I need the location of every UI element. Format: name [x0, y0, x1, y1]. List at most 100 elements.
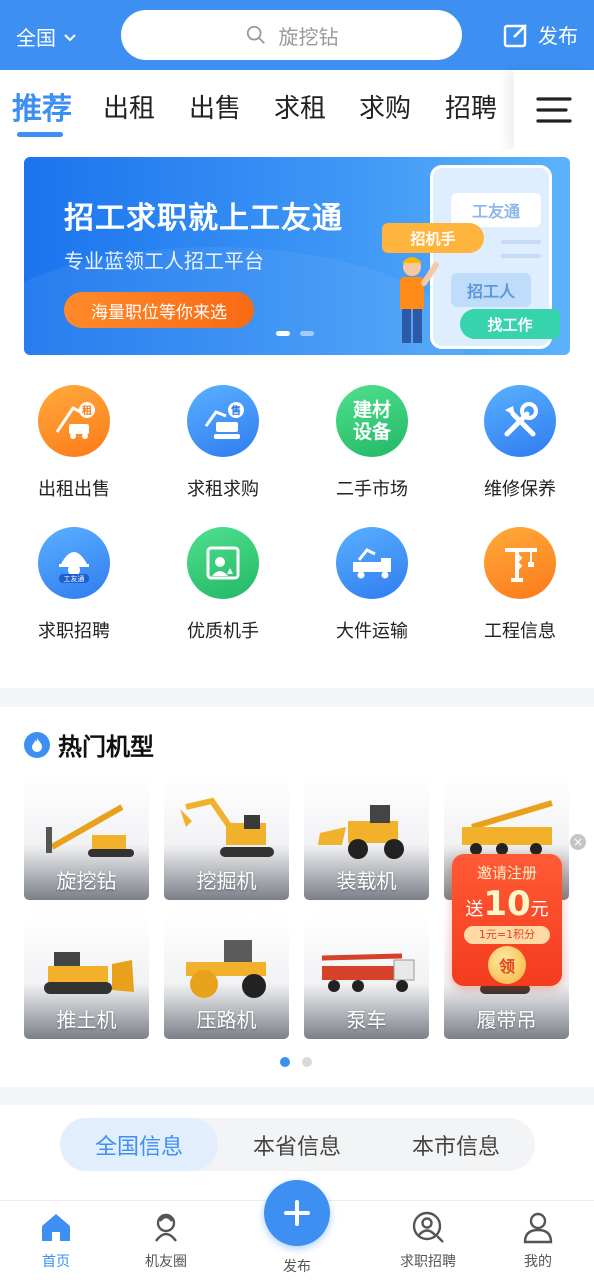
banner-subtitle: 专业蓝领工人招工平台	[64, 249, 264, 273]
banner-pagination	[276, 331, 314, 336]
main-section: 招工求职就上工友通 专业蓝领工人招工平台 海量职位等你来选 工友通 招工人 招机…	[0, 150, 594, 688]
promo-prefix: 送	[465, 899, 484, 920]
rental-badge-text: 租	[82, 404, 92, 417]
category-label: 出租出售	[38, 479, 110, 500]
job-icon: 工友通	[38, 527, 110, 599]
category-label: 优质机手	[187, 621, 259, 642]
category-want-rent[interactable]: 售 求租求购	[163, 385, 283, 501]
nav-jobs[interactable]: 求职招聘	[378, 1209, 478, 1271]
machine-name: 履带吊	[476, 1008, 537, 1032]
search-input[interactable]: 旋挖钻	[121, 10, 462, 60]
category-repair[interactable]: 维修保养	[460, 385, 580, 501]
tab-city-info[interactable]: 本市信息	[377, 1118, 535, 1171]
used-market-icon: 建材设备	[336, 385, 408, 457]
promo-banner[interactable]: 招工求职就上工友通 专业蓝领工人招工平台 海量职位等你来选 工友通 招工人 招机…	[24, 157, 570, 355]
hot-title-text: 热门机型	[58, 733, 154, 761]
publish-fab-button[interactable]	[264, 1180, 330, 1246]
app-screen: 全国 旋挖钻 发布 推荐 出租 出售 求租 求购 招聘 招工求职就上工友通 专业…	[0, 0, 594, 1280]
promo-unit: 元	[530, 899, 549, 920]
tab-rent-out[interactable]: 出租	[103, 88, 155, 125]
want-rent-icon: 售	[187, 385, 259, 457]
promo-claim-button[interactable]: 领	[488, 946, 526, 984]
machine-name: 旋挖钻	[56, 869, 117, 893]
machine-card-loader[interactable]: 装载机	[304, 777, 429, 900]
banner-cta-button[interactable]: 海量职位等你来选	[64, 292, 254, 328]
tab-national-info[interactable]: 全国信息	[60, 1118, 218, 1171]
category-label: 求租求购	[187, 479, 259, 500]
crane-icon	[484, 527, 556, 599]
hot-pagination	[280, 1057, 312, 1067]
category-job[interactable]: 工友通 求职招聘	[14, 527, 134, 643]
category-rental-sale[interactable]: 租 出租出售	[14, 385, 134, 501]
transport-icon	[336, 527, 408, 599]
publish-label: 发布	[538, 24, 578, 48]
category-label: 大件运输	[336, 621, 408, 642]
tab-active-indicator	[17, 132, 63, 137]
region-label: 全国	[16, 26, 56, 50]
promo-note: 1元=1积分	[464, 926, 550, 944]
loader-image	[318, 805, 404, 859]
tab-want-rent[interactable]: 求租	[274, 88, 326, 125]
nav-community[interactable]: 机友圈	[116, 1209, 216, 1271]
category-used-market[interactable]: 建材设备 二手市场	[312, 385, 432, 501]
tab-province-info[interactable]: 本省信息	[218, 1118, 376, 1171]
tab-want-buy[interactable]: 求购	[359, 88, 411, 125]
nav-home[interactable]: 首页	[6, 1209, 106, 1271]
job-icon-text: 工友通	[64, 574, 85, 583]
phone-line	[501, 254, 541, 258]
tab-recommend[interactable]: 推荐	[12, 84, 72, 128]
rotary-drill-image	[46, 804, 134, 857]
pagination-dot[interactable]	[300, 331, 314, 336]
machine-name: 压路机	[196, 1008, 257, 1032]
tab-sell[interactable]: 出售	[189, 88, 241, 125]
pagination-dot[interactable]	[302, 1057, 312, 1067]
category-label: 维修保养	[484, 479, 556, 500]
bulldozer-image	[44, 952, 134, 994]
pagination-dot-active[interactable]	[280, 1057, 290, 1067]
flame-icon	[24, 731, 50, 758]
hot-title: 热门机型	[24, 727, 154, 762]
category-operator[interactable]: 优质机手	[163, 527, 283, 643]
close-icon[interactable]: ×	[570, 834, 586, 850]
machine-card-excavator[interactable]: 挖掘机	[164, 777, 289, 900]
promo-amount: 10	[483, 884, 531, 924]
phone-app-title: 工友通	[451, 193, 541, 227]
nav-profile[interactable]: 我的	[488, 1209, 588, 1271]
publish-button[interactable]: 发布	[502, 20, 578, 49]
info-scope-tabs: 全国信息 本省信息 本市信息	[60, 1118, 535, 1171]
machine-card-road-roller[interactable]: 压路机	[164, 916, 289, 1039]
category-label: 二手市场	[336, 479, 408, 500]
nav-label: 首页	[42, 1254, 70, 1270]
road-roller-image	[186, 940, 266, 998]
category-transport[interactable]: 大件运输	[312, 527, 432, 643]
rental-sale-icon: 租	[38, 385, 110, 457]
nav-label: 我的	[524, 1254, 552, 1270]
region-selector[interactable]: 全国	[16, 22, 78, 51]
tab-recruit[interactable]: 招聘	[445, 88, 497, 125]
home-icon	[42, 1214, 70, 1241]
nav-label: 机友圈	[145, 1254, 187, 1270]
machine-name: 挖掘机	[196, 869, 257, 893]
machine-name: 泵车	[346, 1008, 387, 1032]
tabs-menu-button[interactable]	[514, 70, 594, 150]
banner-title: 招工求职就上工友通	[64, 201, 343, 236]
menu-icon	[536, 97, 572, 123]
want-rent-badge-text: 售	[231, 404, 241, 417]
repair-icon	[484, 385, 556, 457]
promo-title: 邀请注册	[476, 864, 537, 882]
edit-icon	[503, 23, 527, 47]
machine-card-rotary-drill[interactable]: 旋挖钻	[24, 777, 149, 900]
excavator-image	[180, 797, 274, 857]
machine-name: 装载机	[336, 869, 397, 893]
pagination-dot-active[interactable]	[276, 331, 290, 336]
chevron-down-icon	[64, 33, 76, 41]
search-placeholder: 旋挖钻	[278, 24, 339, 49]
nav-label: 求职招聘	[400, 1254, 456, 1270]
top-header: 全国 旋挖钻 发布	[0, 0, 594, 70]
machine-card-pump-truck[interactable]: 泵车	[304, 916, 429, 1039]
category-project-info[interactable]: 工程信息	[460, 527, 580, 643]
plus-icon	[284, 1200, 310, 1226]
machine-card-bulldozer[interactable]: 推土机	[24, 916, 149, 1039]
invite-promo-popup[interactable]: 邀请注册 送10元 1元=1积分 领	[452, 854, 562, 986]
phone-line	[501, 240, 541, 244]
